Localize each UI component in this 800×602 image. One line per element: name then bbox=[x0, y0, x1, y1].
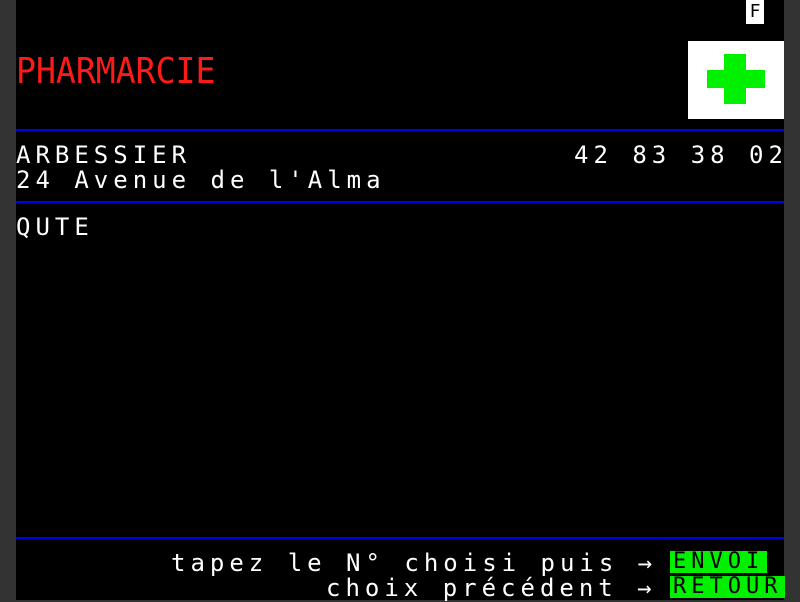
pharmacy-name: ARBESSIER bbox=[16, 141, 192, 169]
envoi-key-button[interactable]: ENVOI bbox=[670, 551, 768, 573]
divider-bottom bbox=[16, 537, 784, 539]
page-title: PHARMARCIE bbox=[16, 51, 216, 92]
divider-top bbox=[16, 129, 784, 131]
green-cross-icon-bar bbox=[707, 70, 765, 88]
pharmacy-address: 24 Avenue de l'Alma bbox=[16, 166, 386, 194]
pharmacy-logo bbox=[688, 41, 784, 119]
back-instruction: choix précédent → bbox=[326, 574, 657, 602]
divider-middle bbox=[16, 201, 784, 203]
retour-key-button[interactable]: RETOUR bbox=[670, 576, 786, 598]
minitel-screen: F PHARMARCIE ARBESSIER 42 83 38 02 24 Av… bbox=[16, 0, 786, 602]
send-instruction: tapez le N° choisi puis → bbox=[171, 549, 658, 577]
pharmacy-locality: QUTE bbox=[16, 213, 94, 241]
pharmacy-phone: 42 83 38 02 bbox=[574, 141, 788, 169]
status-indicator: F bbox=[746, 0, 764, 24]
